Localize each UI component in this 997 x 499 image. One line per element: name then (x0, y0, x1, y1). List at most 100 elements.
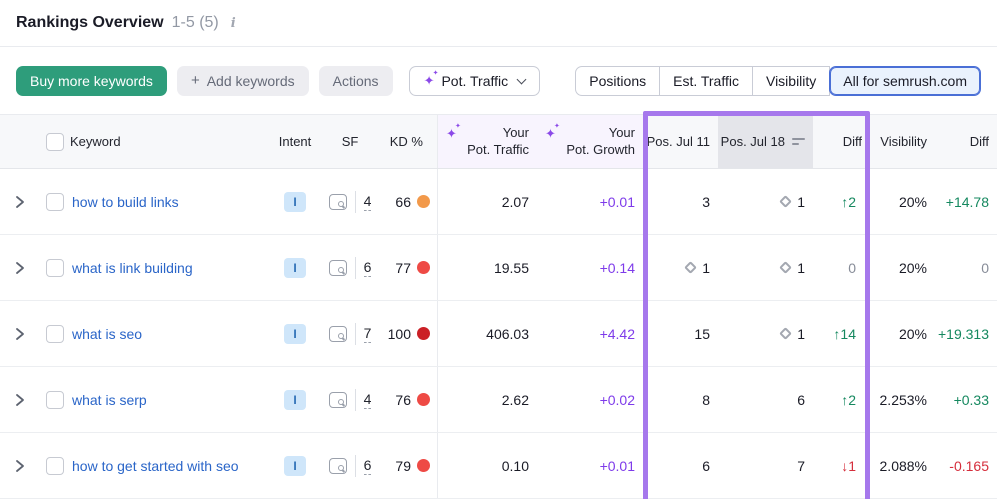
kd-difficulty-dot (417, 195, 430, 208)
results-range: 1-5 (5) (172, 14, 219, 32)
kd-cell: 66 (380, 169, 437, 234)
keyword-link[interactable]: what is link building (70, 260, 193, 276)
select-all-checkbox[interactable] (46, 133, 64, 151)
ai-sparkles-icon: ✦✦ (424, 74, 435, 87)
sf-count[interactable]: 6 (364, 456, 372, 475)
header-sf[interactable]: SF (320, 115, 380, 168)
toolbar: Buy more keywords + Add keywords Actions… (0, 47, 997, 114)
kd-difficulty-dot (417, 393, 430, 406)
row-expand-button[interactable] (0, 301, 40, 366)
sf-count[interactable]: 7 (364, 324, 372, 343)
intent-cell: I (270, 235, 320, 300)
header-diff[interactable]: Diff (813, 115, 870, 168)
table-row: what is link building I 6 77 19.55 +0.14… (0, 235, 997, 301)
intent-badge[interactable]: I (284, 192, 306, 212)
visibility-cell: 2.253% (870, 367, 935, 432)
row-checkbox[interactable] (46, 457, 64, 475)
tab-positions[interactable]: Positions (575, 66, 660, 96)
keyword-link[interactable]: what is seo (70, 326, 142, 342)
header-pos-jul-18[interactable]: Pos. Jul 18 (718, 115, 813, 168)
header-pot-traffic[interactable]: ✦✦ YourPot. Traffic (437, 115, 537, 168)
diff-cell: ↑14 (813, 301, 870, 366)
sort-descending-icon (792, 138, 805, 145)
keyword-cell: what is seo (70, 301, 270, 366)
serp-features-icon[interactable] (329, 260, 347, 276)
sf-cell: 7 (320, 301, 380, 366)
kd-cell: 79 (380, 433, 437, 498)
header-visibility[interactable]: Visibility (870, 115, 935, 168)
rankings-overview-panel: Rankings Overview 1-5 (5) i Buy more key… (0, 0, 997, 499)
table-row: how to build links I 4 66 2.07 +0.01 3 1… (0, 169, 997, 235)
sf-cell: 4 (320, 169, 380, 234)
serp-features-icon[interactable] (329, 458, 347, 474)
tab-visibility[interactable]: Visibility (752, 66, 830, 96)
visibility-cell: 20% (870, 235, 935, 300)
kd-difficulty-dot (417, 459, 430, 472)
table-row: what is seo I 7 100 406.03 +4.42 15 1 ↑1… (0, 301, 997, 367)
visibility-cell: 20% (870, 169, 935, 234)
keyword-link[interactable]: how to build links (70, 194, 179, 210)
diff-cell: ↓1 (813, 433, 870, 498)
metric-dropdown[interactable]: ✦✦ Pot. Traffic (409, 66, 541, 96)
row-expand-button[interactable] (0, 367, 40, 432)
sf-count[interactable]: 4 (364, 192, 372, 211)
keyword-cell: how to get started with seo (70, 433, 270, 498)
row-checkbox-cell (40, 301, 70, 366)
row-checkbox[interactable] (46, 325, 64, 343)
intent-badge[interactable]: I (284, 390, 306, 410)
pos-jul-18-cell: 1 (718, 169, 813, 234)
serp-features-icon[interactable] (329, 326, 347, 342)
row-expand-button[interactable] (0, 235, 40, 300)
pot-traffic-cell: 19.55 (437, 235, 537, 300)
row-checkbox[interactable] (46, 391, 64, 409)
add-keywords-button[interactable]: + Add keywords (177, 66, 309, 96)
title-bar: Rankings Overview 1-5 (5) i (0, 0, 997, 47)
tab-all-for-domain[interactable]: All for semrush.com (829, 66, 981, 96)
info-icon[interactable]: i (231, 16, 236, 31)
divider (355, 257, 356, 279)
row-checkbox[interactable] (46, 193, 64, 211)
tab-est-traffic[interactable]: Est. Traffic (659, 66, 753, 96)
keyword-link[interactable]: what is serp (70, 392, 147, 408)
row-checkbox[interactable] (46, 259, 64, 277)
header-pot-growth[interactable]: ✦✦ YourPot. Growth (537, 115, 643, 168)
kd-cell: 76 (380, 367, 437, 432)
pot-growth-cell: +4.42 (537, 301, 643, 366)
actions-button[interactable]: Actions (319, 66, 393, 96)
serp-feature-diamond-icon (684, 261, 697, 274)
header-intent[interactable]: Intent (270, 115, 320, 168)
intent-badge[interactable]: I (284, 258, 306, 278)
intent-badge[interactable]: I (284, 456, 306, 476)
serp-feature-diamond-icon (779, 327, 792, 340)
header-visibility-diff[interactable]: Diff (935, 115, 997, 168)
keyword-link[interactable]: how to get started with seo (70, 458, 239, 474)
row-expand-button[interactable] (0, 433, 40, 498)
row-expand-button[interactable] (0, 169, 40, 234)
chevron-right-icon (15, 195, 25, 209)
chevron-right-icon (15, 459, 25, 473)
sf-count[interactable]: 6 (364, 258, 372, 277)
pos-jul-11-cell: 3 (643, 169, 718, 234)
intent-cell: I (270, 169, 320, 234)
pos-jul-11-cell: 8 (643, 367, 718, 432)
kd-cell: 100 (380, 301, 437, 366)
intent-badge[interactable]: I (284, 324, 306, 344)
pos-jul-11-cell: 15 (643, 301, 718, 366)
header-keyword[interactable]: Keyword (70, 115, 270, 168)
buy-more-keywords-button[interactable]: Buy more keywords (16, 66, 167, 96)
serp-features-icon[interactable] (329, 194, 347, 210)
row-checkbox-cell (40, 235, 70, 300)
pos-jul-18-cell: 1 (718, 235, 813, 300)
pot-traffic-cell: 2.07 (437, 169, 537, 234)
visibility-cell: 2.088% (870, 433, 935, 498)
visibility-diff-cell: +14.78 (935, 169, 997, 234)
keyword-cell: how to build links (70, 169, 270, 234)
header-pos-jul-11[interactable]: Pos. Jul 11 (643, 115, 718, 168)
serp-features-icon[interactable] (329, 392, 347, 408)
header-kd[interactable]: KD % (380, 115, 437, 168)
row-checkbox-cell (40, 169, 70, 234)
pos-jul-11-cell: 6 (643, 433, 718, 498)
sf-count[interactable]: 4 (364, 390, 372, 409)
pot-traffic-cell: 0.10 (437, 433, 537, 498)
visibility-diff-cell: +0.33 (935, 367, 997, 432)
